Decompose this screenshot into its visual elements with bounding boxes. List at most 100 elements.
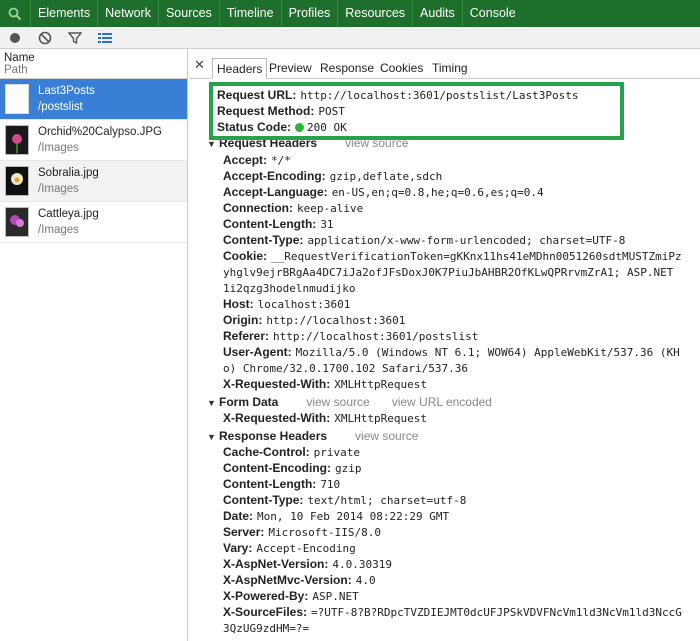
- header-key: X-Requested-With:: [223, 411, 331, 425]
- form-data-section[interactable]: ▼ Form Data view source view URL encoded: [207, 394, 492, 410]
- header-value: 31: [320, 218, 334, 231]
- header-value: en-US,en;q=0.8,he;q=0.6,es;q=0.4: [331, 186, 544, 199]
- request-header-row: Cookie: __RequestVerificationToken=gKKnx1…: [223, 248, 682, 264]
- response-header-row: Server: Microsoft-IIS/8.0: [223, 524, 381, 540]
- panel-tab-audits[interactable]: Audits: [412, 0, 462, 27]
- image-thumbnail: [5, 166, 29, 196]
- tab-preview[interactable]: Preview: [265, 58, 316, 79]
- request-row-last3posts[interactable]: Last3Posts /postslist: [0, 79, 187, 120]
- header-value: Accept-Encoding: [256, 542, 356, 555]
- response-header-row: Cache-Control: private: [223, 444, 360, 460]
- panel-tab-sources[interactable]: Sources: [157, 0, 219, 27]
- request-path: /Images: [38, 223, 79, 236]
- close-icon[interactable]: ✕: [194, 57, 205, 73]
- header-key: Accept-Language:: [223, 185, 328, 199]
- header-value: XMLHttpRequest: [334, 378, 427, 391]
- header-key: Origin:: [223, 313, 263, 327]
- list-view-icon[interactable]: [90, 27, 120, 49]
- request-name: Sobralia.jpg: [38, 166, 99, 179]
- request-header-row: yhglv9ejrBRgAa4DC7iJa2ofJFsDoxJ0K7PiuJbA…: [223, 264, 673, 280]
- header-key: Date:: [223, 509, 254, 523]
- header-value: ASP.NET: [312, 590, 359, 603]
- header-value: text/html; charset=utf-8: [307, 494, 467, 507]
- header-key: Vary:: [223, 541, 253, 555]
- header-value: http://localhost:3601: [266, 314, 406, 327]
- panel-tab-console[interactable]: Console: [461, 0, 523, 27]
- header-value: localhost:3601: [257, 298, 351, 311]
- header-key: Content-Type:: [223, 233, 304, 247]
- request-row-orchid[interactable]: Orchid%20Calypso.JPG /Images: [0, 120, 187, 161]
- header-value: 1i2qzg3hodelnmudijko: [223, 282, 356, 295]
- request-path: /postslist: [38, 100, 83, 113]
- column-path-header: Path: [4, 64, 28, 76]
- form-data-row: X-Requested-With: XMLHttpRequest: [223, 410, 427, 426]
- panel-tab-timeline[interactable]: Timeline: [218, 0, 281, 27]
- request-header-row: Referer: http://localhost:3601/postslist: [223, 328, 478, 344]
- search-icon[interactable]: [0, 0, 30, 27]
- section-title: Form Data: [219, 395, 279, 409]
- panel-tab-profiles[interactable]: Profiles: [280, 0, 338, 27]
- response-header-row: X-Powered-By: ASP.NET: [223, 588, 359, 604]
- response-header-row: X-AspNet-Version: 4.0.30319: [223, 556, 392, 572]
- request-header-row: X-Requested-With: XMLHttpRequest: [223, 376, 427, 392]
- record-icon[interactable]: [0, 27, 30, 49]
- view-url-encoded-link[interactable]: view URL encoded: [392, 395, 492, 409]
- request-header-row: o) Chrome/32.0.1700.102 Safari/537.36: [223, 360, 468, 376]
- response-headers-section[interactable]: ▼ Response Headers view source: [207, 428, 418, 444]
- header-value: application/x-www-form-urlencoded; chars…: [307, 234, 626, 247]
- request-header-row: Content-Type: application/x-www-form-urle…: [223, 232, 625, 248]
- header-value: gzip,deflate,sdch: [329, 170, 443, 183]
- header-key: X-Requested-With:: [223, 377, 331, 391]
- image-thumbnail: [5, 207, 29, 237]
- request-name: Cattleya.jpg: [38, 207, 99, 220]
- request-detail-pane: ✕ Headers Preview Response Cookies Timin…: [189, 49, 700, 641]
- header-value: 4.0: [355, 574, 376, 587]
- request-row-cattleya[interactable]: Cattleya.jpg /Images: [0, 202, 187, 243]
- view-source-link[interactable]: view source: [306, 395, 369, 409]
- response-header-row: Content-Encoding: gzip: [223, 460, 361, 476]
- header-value: 4.0.30319: [332, 558, 392, 571]
- image-thumbnail: [5, 125, 29, 155]
- panel-tabbar: Elements Network Sources Timeline Profil…: [0, 0, 700, 27]
- header-key: Connection:: [223, 201, 293, 215]
- request-header-row: Host: localhost:3601: [223, 296, 350, 312]
- panel-tab-network[interactable]: Network: [97, 0, 158, 27]
- panel-tab-resources[interactable]: Resources: [337, 0, 412, 27]
- request-header-row: Accept-Encoding: gzip,deflate,sdch: [223, 168, 442, 184]
- highlight-box: [209, 82, 624, 140]
- tab-cookies[interactable]: Cookies: [376, 58, 427, 79]
- column-name-header: Name: [4, 52, 35, 64]
- tab-headers[interactable]: Headers: [212, 58, 268, 79]
- header-value: Microsoft-IIS/8.0: [268, 526, 381, 539]
- header-key: Content-Length:: [223, 477, 317, 491]
- header-key: Cache-Control:: [223, 445, 310, 459]
- response-header-row: Content-Type: text/html; charset=utf-8: [223, 492, 466, 508]
- header-key: Content-Length:: [223, 217, 317, 231]
- tab-response[interactable]: Response: [316, 58, 378, 79]
- response-header-row: X-AspNetMvc-Version: 4.0: [223, 572, 376, 588]
- header-key: Server:: [223, 525, 265, 539]
- header-value: XMLHttpRequest: [334, 412, 427, 425]
- header-value: __RequestVerificationToken=gKKnx11hs41eM…: [271, 250, 682, 263]
- tab-timing[interactable]: Timing: [428, 58, 472, 79]
- collapse-triangle-icon[interactable]: ▼: [207, 395, 219, 411]
- view-source-link[interactable]: view source: [355, 429, 418, 443]
- response-header-row: X-SourceFiles: =?UTF-8?B?RDpcTVZDIEJMT0dc…: [223, 604, 682, 620]
- request-header-row: Accept-Language: en-US,en;q=0.8,he;q=0.6,…: [223, 184, 544, 200]
- panel-tab-elements[interactable]: Elements: [30, 0, 97, 27]
- collapse-triangle-icon[interactable]: ▼: [207, 429, 219, 445]
- response-header-row: Date: Mon, 10 Feb 2014 08:22:29 GMT: [223, 508, 449, 524]
- request-row-sobralia[interactable]: Sobralia.jpg /Images: [0, 161, 187, 202]
- header-key: X-Powered-By:: [223, 589, 309, 603]
- filter-icon[interactable]: [60, 27, 90, 49]
- header-value: private: [313, 446, 361, 459]
- clear-icon[interactable]: [30, 27, 60, 49]
- header-value: yhglv9ejrBRgAa4DC7iJa2ofJFsDoxJ0K7PiuJbA…: [223, 266, 674, 279]
- header-key: User-Agent:: [223, 345, 292, 359]
- request-header-row: 1i2qzg3hodelnmudijko: [223, 280, 355, 296]
- request-header-row: User-Agent: Mozilla/5.0 (Windows NT 6.1; …: [223, 344, 680, 360]
- header-value: keep-alive: [297, 202, 364, 215]
- header-key: Cookie:: [223, 249, 268, 263]
- request-header-row: Accept: */*: [223, 152, 291, 168]
- list-header[interactable]: Name Path: [0, 49, 187, 79]
